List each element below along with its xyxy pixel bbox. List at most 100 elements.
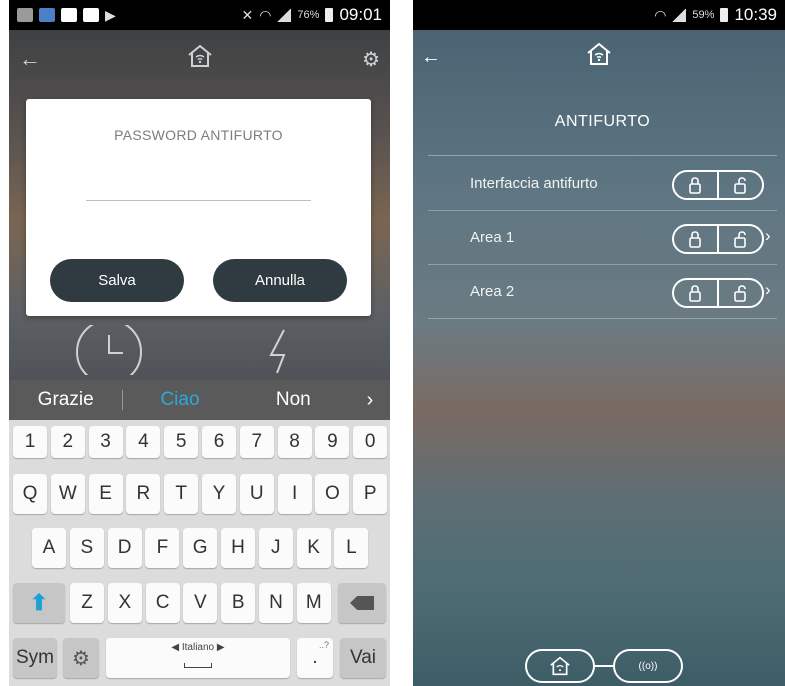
key-t[interactable]: T [164, 474, 199, 514]
suggestion-3[interactable]: Non [237, 389, 350, 411]
signal-icon [277, 8, 292, 22]
key-m[interactable]: M [296, 583, 331, 623]
clock: 09:01 [339, 5, 382, 24]
key-4[interactable]: 4 [126, 426, 161, 458]
key-s[interactable]: S [69, 528, 104, 568]
battery-percent: 76% [297, 9, 320, 21]
password-dialog: PASSWORD ANTIFURTO Salva Annulla [26, 99, 371, 316]
lock-closed-icon[interactable] [674, 172, 717, 198]
go-key[interactable]: Vai [340, 638, 386, 678]
key-v[interactable]: V [183, 583, 218, 623]
key-r[interactable]: R [126, 474, 161, 514]
key-n[interactable]: N [259, 583, 293, 623]
list-item-label: Interfaccia antifurto [470, 175, 598, 192]
list-item[interactable]: Area 2 › [428, 265, 777, 319]
key-y[interactable]: Y [202, 474, 236, 514]
arm-toggle [672, 224, 764, 254]
video-icon [83, 8, 99, 22]
cancel-button[interactable]: Annulla [213, 259, 347, 302]
wifi-icon: ◠ [259, 6, 272, 23]
battery-icon [325, 8, 334, 22]
key-w[interactable]: W [50, 474, 85, 514]
lock-open-icon[interactable] [717, 280, 762, 306]
nav-connector [595, 665, 613, 667]
calendar-icon [39, 8, 55, 22]
key-e[interactable]: E [88, 474, 123, 514]
phone-left-screen: ▶ ✕ ◠ 76% 09:01 ← ⚙ PASSWORD ANTIFURTO S… [9, 0, 390, 686]
key-j[interactable]: J [258, 528, 293, 568]
chevron-right-icon[interactable]: › [350, 389, 390, 412]
lock-closed-icon[interactable] [674, 280, 717, 306]
key-q[interactable]: Q [13, 474, 47, 514]
period-key[interactable]: ..?. [297, 638, 333, 678]
list-item[interactable]: Area 1 › [428, 211, 777, 265]
key-a[interactable]: A [32, 528, 66, 568]
lock-open-icon[interactable] [717, 226, 762, 252]
key-5[interactable]: 5 [164, 426, 199, 458]
app-toolbar: ← ⚙ [9, 30, 390, 88]
home-wifi-icon[interactable] [586, 42, 612, 71]
app-s-icon [61, 8, 77, 22]
home-nav-button[interactable] [525, 649, 595, 683]
password-input[interactable] [86, 174, 311, 200]
save-button[interactable]: Salva [50, 259, 184, 302]
key-g[interactable]: G [183, 528, 218, 568]
home-wifi-icon[interactable] [187, 44, 213, 73]
lock-closed-icon[interactable] [674, 226, 717, 252]
key-p[interactable]: P [353, 474, 388, 514]
backspace-icon [350, 596, 374, 610]
back-arrow-icon[interactable]: ← [19, 46, 41, 72]
space-key[interactable]: ◀ Italiano ▶ [106, 638, 290, 678]
key-0[interactable]: 0 [353, 426, 388, 458]
shift-key[interactable]: ⬆ [13, 583, 65, 623]
sym-key[interactable]: Sym [13, 638, 57, 678]
key-i[interactable]: I [277, 474, 312, 514]
back-arrow-icon[interactable]: ← [421, 46, 441, 69]
language-label: ◀ Italiano ▶ [171, 642, 225, 653]
clock: 10:39 [734, 5, 777, 24]
key-8[interactable]: 8 [277, 426, 312, 458]
key-h[interactable]: H [221, 528, 255, 568]
clock-icon [76, 319, 286, 385]
chevron-right-icon[interactable]: › [765, 280, 771, 300]
background-shortcuts [9, 319, 390, 385]
suggestion-1[interactable]: Grazie [9, 389, 122, 411]
language-name: Italiano [181, 642, 215, 653]
key-x[interactable]: X [107, 583, 142, 623]
key-9[interactable]: 9 [315, 426, 350, 458]
list-item-label: Area 1 [470, 229, 515, 246]
alarm-nav-button[interactable]: ((o)) [613, 649, 683, 683]
key-k[interactable]: K [296, 528, 331, 568]
space-bar-icon [184, 663, 212, 668]
bottom-nav: ((o)) [525, 648, 683, 684]
gear-icon[interactable]: ⚙ [362, 47, 380, 72]
dialog-title: PASSWORD ANTIFURTO [114, 127, 283, 143]
arm-toggle [672, 278, 764, 308]
period-label: . [312, 647, 318, 668]
key-3[interactable]: 3 [88, 426, 123, 458]
gear-icon: ⚙ [72, 647, 90, 670]
key-l[interactable]: L [334, 528, 369, 568]
notification-icon [17, 8, 33, 22]
key-z[interactable]: Z [70, 583, 104, 623]
key-6[interactable]: 6 [202, 426, 236, 458]
battery-percent: 59% [692, 9, 715, 21]
suggestion-2[interactable]: Ciao [123, 389, 236, 411]
key-d[interactable]: D [107, 528, 142, 568]
chevron-right-icon[interactable]: › [765, 226, 771, 246]
battery-icon [720, 8, 729, 22]
lock-open-icon[interactable] [717, 172, 762, 198]
key-b[interactable]: B [221, 583, 256, 623]
page-title: ANTIFURTO [428, 100, 777, 156]
key-2[interactable]: 2 [50, 426, 85, 458]
key-7[interactable]: 7 [239, 426, 274, 458]
key-c[interactable]: C [145, 583, 180, 623]
settings-key[interactable]: ⚙ [63, 638, 99, 678]
key-1[interactable]: 1 [13, 426, 47, 458]
key-o[interactable]: O [315, 474, 350, 514]
backspace-key[interactable] [338, 583, 386, 623]
list-item: Interfaccia antifurto [428, 157, 777, 211]
key-u[interactable]: U [239, 474, 274, 514]
key-f[interactable]: F [145, 528, 180, 568]
shift-arrow-icon: ⬆ [29, 590, 49, 615]
